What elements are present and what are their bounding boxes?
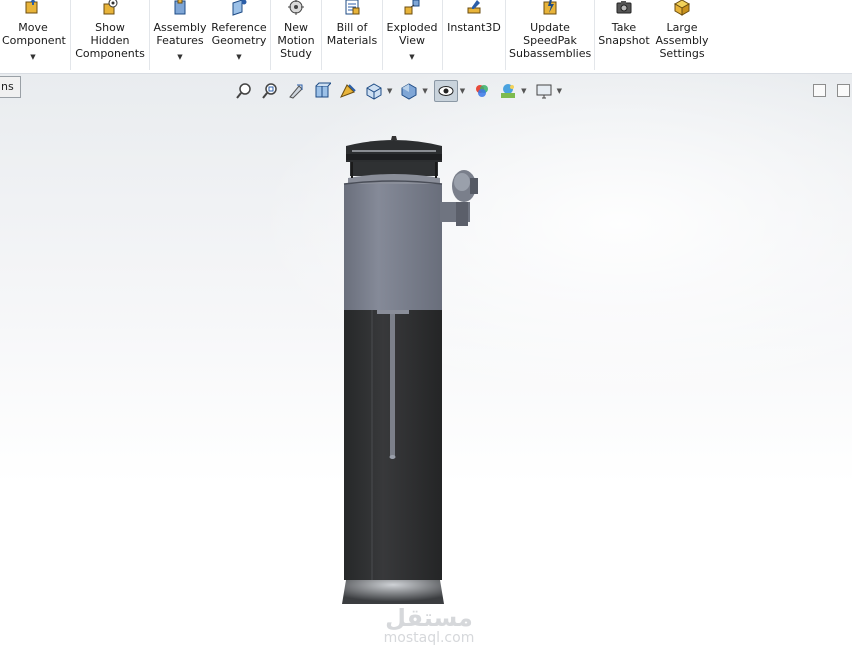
move-component-icon bbox=[24, 0, 42, 16]
bill-of-materials-icon bbox=[343, 0, 361, 16]
assembly-model[interactable] bbox=[0, 74, 852, 661]
chevron-down-icon[interactable]: ▼ bbox=[211, 51, 267, 64]
ribbon-separator bbox=[70, 0, 71, 70]
reference-geometry-icon bbox=[230, 0, 248, 16]
reference-geometry-label: Reference Geometry bbox=[211, 21, 267, 47]
command-manager-ribbon: Move Component ▼ Show Hidden Components … bbox=[0, 0, 852, 74]
exploded-view-button[interactable]: Exploded View ▼ bbox=[385, 0, 439, 72]
upper-cylinder-part[interactable] bbox=[343, 180, 443, 310]
assembly-features-icon bbox=[171, 0, 189, 16]
instant3d-icon bbox=[465, 0, 483, 16]
take-snapshot-label: Take Snapshot bbox=[598, 21, 650, 47]
assembly-features-button[interactable]: Assembly Features ▼ bbox=[153, 0, 207, 72]
instant3d-button[interactable]: Instant3D bbox=[446, 0, 502, 72]
new-motion-study-button[interactable]: New Motion Study bbox=[273, 0, 319, 72]
graphics-area[interactable]: ns ▼ ▼ ▼ ▼ ▼ مستقل mostaql.com bbox=[0, 74, 852, 661]
exploded-view-label: Exploded View bbox=[386, 21, 438, 47]
motion-study-icon bbox=[287, 0, 305, 16]
assembly-features-label: Assembly Features bbox=[153, 21, 207, 47]
ribbon-separator bbox=[382, 0, 383, 70]
instant3d-label: Instant3D bbox=[447, 21, 501, 34]
update-speedpak-label: Update SpeedPak Subassemblies bbox=[509, 21, 592, 60]
camera-icon bbox=[615, 0, 633, 16]
ribbon-separator bbox=[149, 0, 150, 70]
large-assembly-icon bbox=[673, 0, 691, 16]
chevron-down-icon[interactable]: ▼ bbox=[2, 51, 64, 64]
large-assembly-settings-label: Large Assembly Settings bbox=[655, 21, 709, 60]
ribbon-separator bbox=[505, 0, 506, 70]
side-valve-part[interactable] bbox=[440, 170, 478, 226]
large-assembly-settings-button[interactable]: Large Assembly Settings bbox=[655, 0, 709, 72]
bill-of-materials-label: Bill of Materials bbox=[326, 21, 378, 47]
ribbon-separator bbox=[270, 0, 271, 70]
ribbon-separator bbox=[594, 0, 595, 70]
chevron-down-icon[interactable]: ▼ bbox=[385, 51, 439, 64]
bill-of-materials-button[interactable]: Bill of Materials bbox=[325, 0, 379, 72]
watermark-latin-text: mostaql.com bbox=[383, 630, 475, 646]
base-part[interactable] bbox=[342, 580, 444, 604]
lower-body-part[interactable] bbox=[344, 310, 442, 580]
reference-geometry-button[interactable]: Reference Geometry ▼ bbox=[211, 0, 267, 72]
mostaql-watermark: مستقل mostaql.com bbox=[374, 606, 484, 646]
take-snapshot-button[interactable]: Take Snapshot bbox=[597, 0, 651, 72]
watermark-arabic-text: مستقل bbox=[385, 604, 473, 632]
speedpak-icon bbox=[541, 0, 559, 16]
move-component-button[interactable]: Move Component ▼ bbox=[2, 0, 66, 72]
update-speedpak-button[interactable]: Update SpeedPak Subassemblies bbox=[509, 0, 591, 72]
ribbon-separator bbox=[321, 0, 322, 70]
show-hidden-components-icon bbox=[101, 0, 119, 16]
show-hidden-components-button[interactable]: Show Hidden Components bbox=[74, 0, 146, 72]
show-hidden-components-label: Show Hidden Components bbox=[75, 21, 145, 60]
move-component-label: Move Component bbox=[2, 21, 66, 47]
lid-part[interactable] bbox=[346, 136, 442, 184]
exploded-view-icon bbox=[403, 0, 421, 16]
chevron-down-icon[interactable]: ▼ bbox=[153, 51, 207, 64]
new-motion-study-label: New Motion Study bbox=[277, 21, 315, 60]
ribbon-separator bbox=[442, 0, 443, 70]
